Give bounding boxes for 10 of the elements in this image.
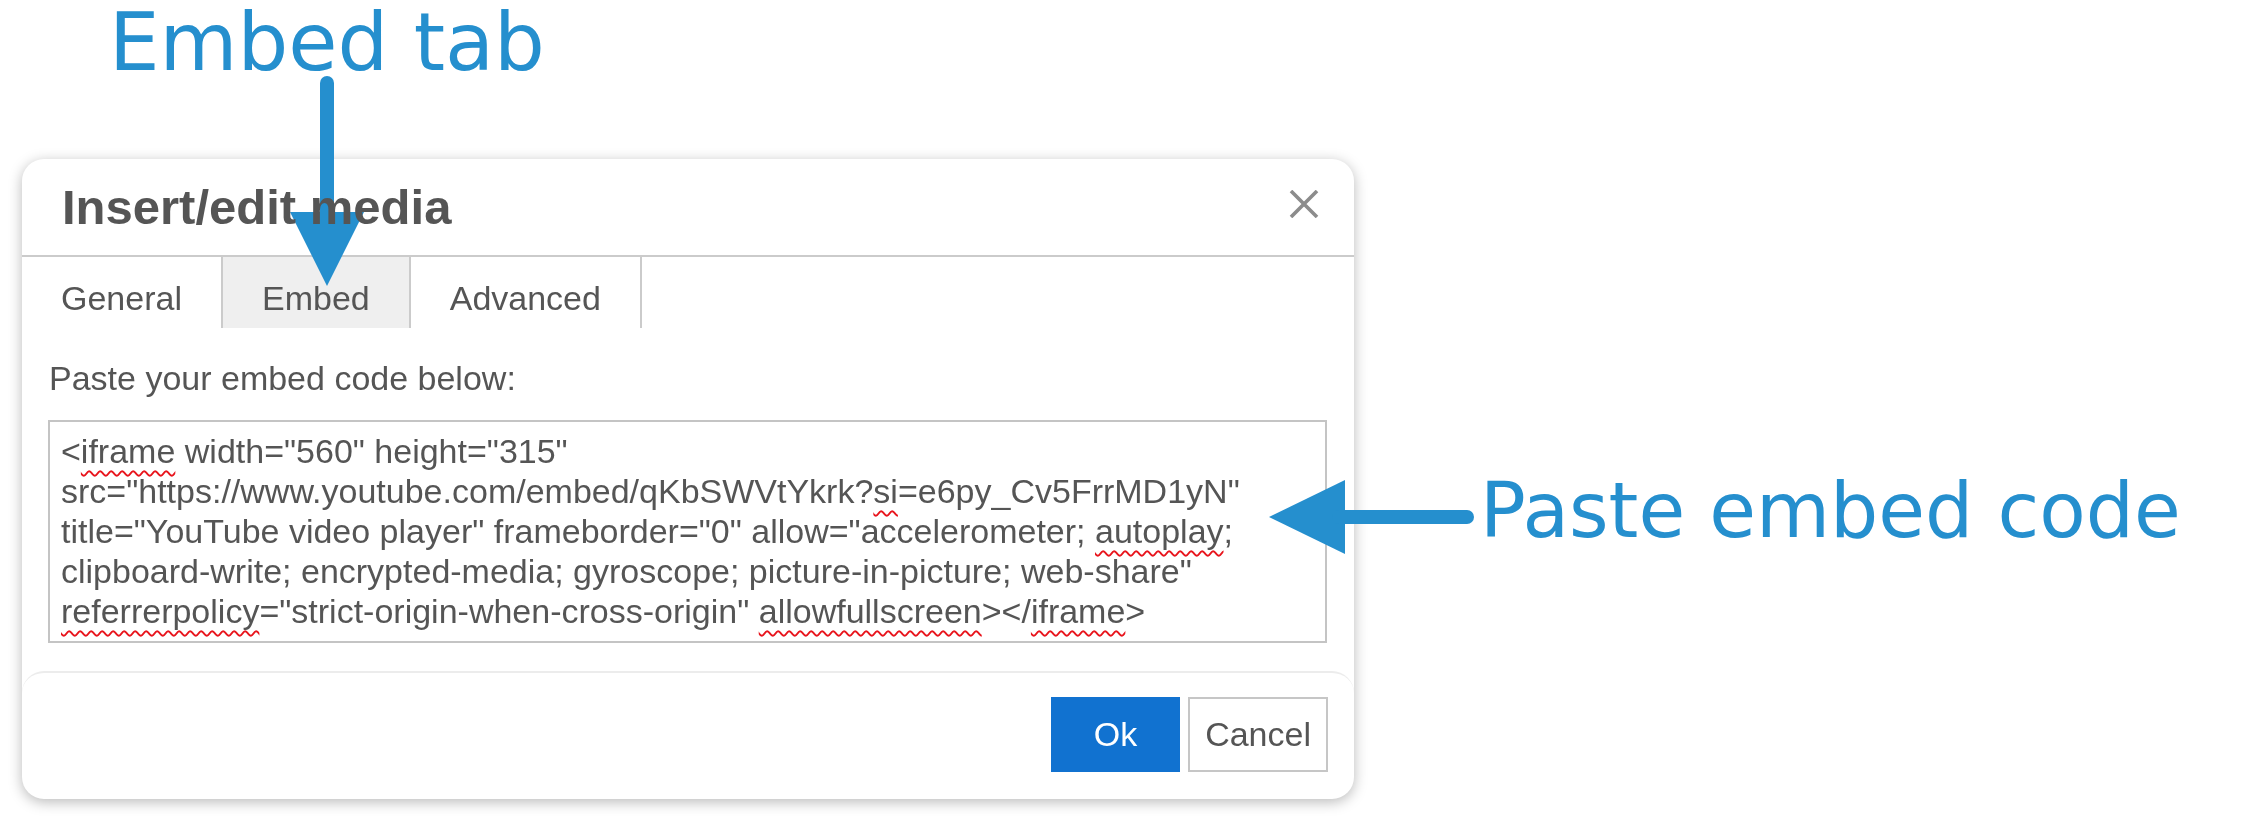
callout-label: Paste embed code bbox=[1480, 473, 2181, 549]
dialog-tab[interactable]: General bbox=[22, 257, 223, 328]
ok-button[interactable]: Ok bbox=[1050, 697, 1181, 772]
callout-label: Embed tab bbox=[109, 3, 545, 83]
embed-code-field[interactable]: <iframe width="560" height="315" src="https://www.youtube.com/embed/qKbSWVtYkrk?si=e6py_Cv5FrrMD1yN" title="YouTube video player" frameborder="0" allow="accelerometer; autoplay; clipboard-write; encrypted-media; gyroscope; picture-in-picture; web-share" referrerpolicy="strict-origin-when-cross-origin" allowfullscreen></iframe> bbox=[48, 420, 1327, 643]
close-button[interactable] bbox=[1289, 190, 1319, 218]
close-icon bbox=[1289, 190, 1319, 218]
cancel-button[interactable]: Cancel bbox=[1188, 697, 1328, 772]
field-label: Paste your embed code below: bbox=[48, 358, 516, 398]
dialog-tab[interactable]: Embed bbox=[222, 257, 411, 328]
